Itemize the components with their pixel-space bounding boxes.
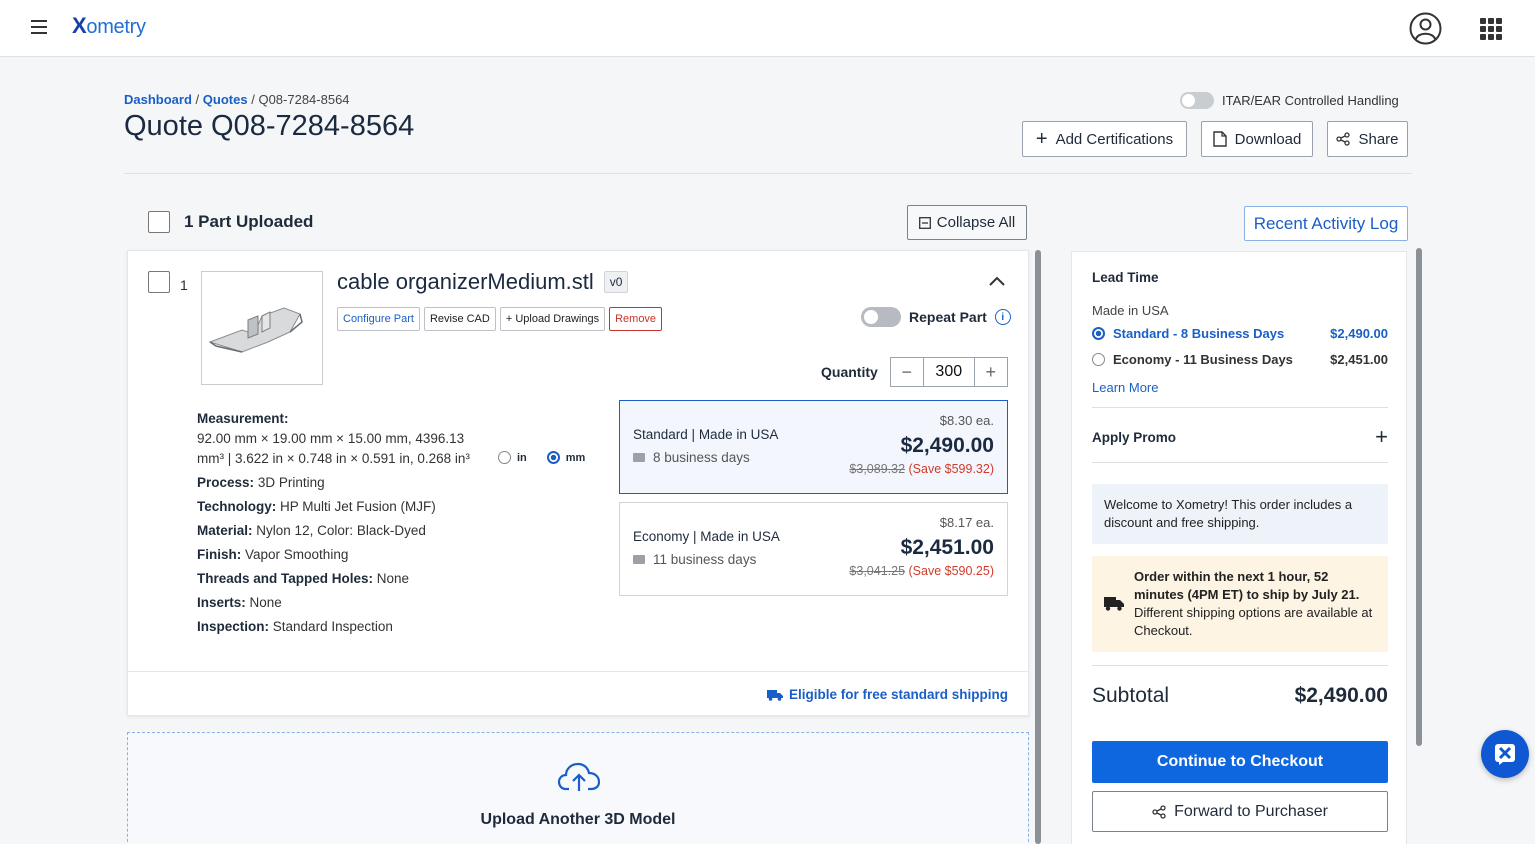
chevron-up-icon[interactable]: [988, 273, 1006, 291]
chat-logo-icon: [1495, 744, 1515, 765]
configure-part-button[interactable]: Configure Part: [337, 307, 420, 331]
upload-dropzone[interactable]: Upload Another 3D Model: [127, 732, 1029, 844]
parts-count-label: 1 Part Uploaded: [184, 212, 314, 231]
part-checkbox[interactable]: [148, 271, 170, 293]
part-specs: Measurement: 92.00 mm × 19.00 mm × 15.00 …: [197, 411, 470, 634]
parts-header: 1 Part Uploaded: [148, 211, 313, 233]
breadcrumb-quotes[interactable]: Quotes: [203, 92, 248, 107]
add-certifications-button[interactable]: + Add Certifications: [1022, 121, 1187, 157]
increment-button[interactable]: +: [975, 358, 1007, 386]
lead-time-title: Lead Time: [1092, 270, 1159, 285]
info-icon[interactable]: i: [994, 309, 1011, 325]
share-icon: [1152, 804, 1166, 819]
xometry-logo[interactable]: Xometry: [72, 13, 146, 39]
part-card: 1 cable organizerMedium.stl v0 Configure…: [127, 250, 1029, 716]
continue-to-checkout-button[interactable]: Continue to Checkout: [1092, 741, 1388, 783]
page-title: Quote Q08-7284-8564: [124, 110, 415, 142]
part-actions: Configure Part Revise CAD + Upload Drawi…: [337, 307, 663, 331]
version-badge: v0: [603, 271, 629, 293]
card-footer-divider: [128, 671, 1028, 672]
truck-icon: [633, 453, 645, 462]
price-total: $2,490.00: [900, 434, 994, 457]
divider: [1092, 665, 1388, 666]
cloud-upload-icon: [558, 762, 600, 791]
price-total: $2,451.00: [900, 536, 994, 559]
itar-toggle[interactable]: [1180, 92, 1214, 109]
made-in-label: Made in USA: [1092, 303, 1169, 318]
chat-button[interactable]: [1481, 730, 1529, 778]
truck-icon: [766, 689, 783, 701]
plus-icon: +: [1035, 128, 1048, 150]
itar-toggle-row: ITAR/EAR Controlled Handling: [1180, 92, 1399, 109]
subtotal-row: Subtotal $2,490.00: [1092, 684, 1388, 707]
truck-icon: [1104, 597, 1124, 611]
order-summary-panel: Lead Time Made in USA Standard - 8 Busin…: [1071, 251, 1407, 844]
divider: [1092, 462, 1388, 463]
repeat-part-toggle[interactable]: [861, 307, 901, 327]
units-toggle: in mm: [498, 451, 585, 464]
download-button[interactable]: Download: [1201, 121, 1313, 157]
recent-activity-log-button[interactable]: Recent Activity Log: [1244, 206, 1408, 241]
measurement-value: 92.00 mm × 19.00 mm × 15.00 mm, 4396.13 …: [197, 431, 470, 466]
share-icon: [1336, 132, 1351, 146]
part-thumbnail[interactable]: [201, 271, 323, 385]
price-option-economy[interactable]: Economy | Made in USA 11 business days $…: [619, 502, 1008, 596]
revise-cad-button[interactable]: Revise CAD: [423, 307, 496, 331]
price-option-standard[interactable]: Standard | Made in USA 8 business days $…: [619, 400, 1008, 494]
lead-time-economy-option[interactable]: Economy - 11 Business Days $2,451.00: [1092, 349, 1388, 369]
breadcrumb-current: Q08-7284-8564: [258, 92, 350, 107]
upload-drawings-button[interactable]: + Upload Drawings: [499, 307, 606, 331]
welcome-message: Welcome to Xometry! This order includes …: [1092, 484, 1388, 544]
lead-time-standard-option[interactable]: Standard - 8 Business Days $2,490.00: [1092, 323, 1388, 343]
apply-promo-row[interactable]: Apply Promo +: [1092, 426, 1388, 448]
part-index: 1: [180, 277, 188, 293]
divider: [1092, 407, 1388, 408]
breadcrumb: Dashboard / Quotes / Q08-7284-8564: [124, 92, 350, 107]
menu-icon[interactable]: [31, 20, 47, 34]
part-name: cable organizerMedium.stl v0: [337, 269, 629, 295]
remove-button[interactable]: Remove: [609, 307, 663, 331]
unit-in-radio[interactable]: [498, 451, 511, 464]
share-button[interactable]: Share: [1327, 121, 1408, 157]
pdf-file-icon: [1212, 131, 1227, 147]
collapse-all-button[interactable]: Collapse All: [907, 205, 1027, 240]
quantity-row: Quantity − 300 +: [821, 357, 1008, 387]
radio-unselected[interactable]: [1092, 352, 1105, 366]
top-bar: Xometry: [0, 0, 1535, 57]
learn-more-link[interactable]: Learn More: [1092, 380, 1388, 395]
apps-grid-icon[interactable]: [1480, 18, 1502, 40]
plus-icon[interactable]: +: [1375, 426, 1388, 448]
select-all-checkbox[interactable]: [148, 211, 170, 233]
quantity-input[interactable]: 300: [922, 358, 975, 386]
sidebar-scrollbar[interactable]: [1416, 248, 1422, 746]
itar-label: ITAR/EAR Controlled Handling: [1222, 93, 1399, 108]
user-account-icon[interactable]: [1409, 12, 1442, 45]
radio-selected[interactable]: [1092, 326, 1105, 340]
collapse-icon: [918, 216, 931, 229]
quantity-stepper: − 300 +: [889, 357, 1008, 387]
decrement-button[interactable]: −: [891, 358, 923, 386]
subtotal-value: $2,490.00: [1294, 684, 1388, 707]
repeat-part-row: Repeat Part i: [861, 307, 1011, 327]
shipping-deadline-notice: Order within the next 1 hour, 52 minutes…: [1092, 556, 1388, 652]
header-divider: [124, 173, 1412, 174]
free-shipping-link[interactable]: Eligible for free standard shipping: [766, 687, 1008, 702]
breadcrumb-dashboard[interactable]: Dashboard: [124, 92, 192, 107]
truck-icon: [633, 555, 645, 564]
forward-to-purchaser-button[interactable]: Forward to Purchaser: [1092, 791, 1388, 832]
parts-scrollbar[interactable]: [1035, 250, 1041, 844]
unit-mm-radio[interactable]: [546, 451, 560, 464]
upload-title: Upload Another 3D Model: [480, 811, 676, 828]
